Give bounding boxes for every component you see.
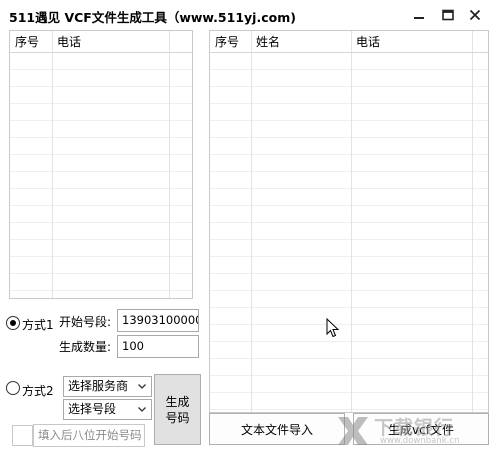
generate-vcf-button[interactable]: 生成vcf文件 <box>353 413 489 445</box>
column-header-phone[interactable]: 电话 <box>351 31 380 53</box>
mouse-cursor-icon <box>326 318 340 338</box>
mode1-label[interactable]: 方式1 <box>22 316 54 333</box>
last8-checkbox[interactable] <box>12 425 33 446</box>
generate-numbers-button[interactable]: 生成 号码 <box>154 374 201 445</box>
start-segment-label: 开始号段: <box>59 315 112 329</box>
header-divider <box>52 31 53 52</box>
minimize-icon <box>414 17 424 19</box>
column-header-index[interactable]: 序号 <box>10 31 39 53</box>
header-divider <box>251 31 252 52</box>
table-rows <box>10 53 192 298</box>
chevron-down-icon <box>138 407 146 412</box>
mode2-radio[interactable] <box>6 381 20 395</box>
window-title: 511遇见 VCF文件生成工具（www.511yj.com) <box>9 10 296 25</box>
column-divider <box>351 31 352 412</box>
column-header-index[interactable]: 序号 <box>210 31 239 53</box>
header-divider <box>169 31 170 52</box>
header-divider <box>351 31 352 52</box>
maximize-button[interactable] <box>435 4 461 26</box>
column-divider <box>169 31 170 298</box>
provider-select-value: 选择服务商 <box>68 379 129 393</box>
title-bar: 511遇见 VCF文件生成工具（www.511yj.com) <box>0 0 490 30</box>
generate-numbers-label-line1: 生成 <box>165 394 190 409</box>
mode2-label[interactable]: 方式2 <box>22 382 54 399</box>
count-input[interactable]: 100 <box>117 335 199 358</box>
import-text-button[interactable]: 文本文件导入 <box>209 413 345 445</box>
segment-select-value: 选择号段 <box>68 402 117 416</box>
start-segment-input[interactable]: 13903100000 <box>117 309 199 332</box>
contact-list-table[interactable]: 序号 姓名 电话 <box>209 30 489 413</box>
last8-input[interactable]: 填入后八位开始号码 <box>33 424 145 447</box>
phone-list-table[interactable]: 序号 电话 <box>9 30 193 299</box>
column-header-name[interactable]: 姓名 <box>251 31 280 53</box>
chevron-down-icon <box>138 384 146 389</box>
segment-select[interactable]: 选择号段 <box>63 399 152 420</box>
mode1-radio[interactable] <box>6 316 20 330</box>
minimize-button[interactable] <box>406 4 432 26</box>
close-button[interactable] <box>462 4 488 26</box>
provider-select[interactable]: 选择服务商 <box>63 376 152 397</box>
column-header-phone[interactable]: 电话 <box>52 31 81 53</box>
count-label: 生成数量: <box>59 340 112 354</box>
generate-numbers-label-line2: 号码 <box>165 410 190 425</box>
maximize-icon <box>442 9 454 21</box>
table-header: 序号 电话 <box>10 31 192 53</box>
close-icon <box>469 9 481 21</box>
column-divider <box>52 31 53 298</box>
header-divider <box>472 31 473 52</box>
column-divider <box>472 31 473 412</box>
table-header: 序号 姓名 电话 <box>210 31 488 53</box>
column-divider <box>251 31 252 412</box>
